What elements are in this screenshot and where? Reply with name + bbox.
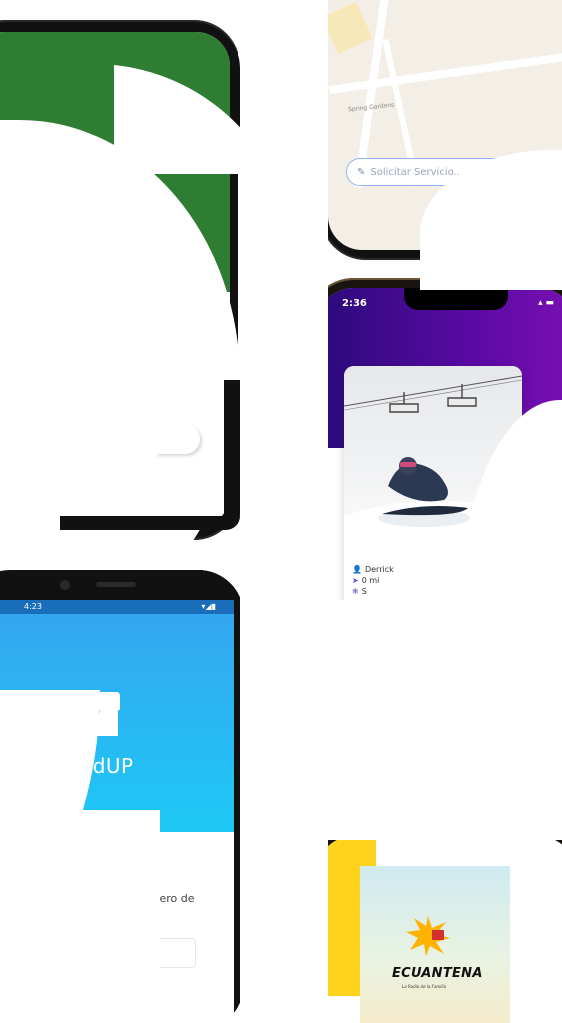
status-icons: ▾◢▮ xyxy=(201,602,216,611)
location-arrow-icon: ➤ xyxy=(352,576,359,585)
phone-frame-edge xyxy=(60,516,240,530)
status-bar: 4:23 ▾◢▮ xyxy=(0,600,234,614)
collage-stage: ▾◢▮ Spring Gardens ✎ Solicitar Servicio.… xyxy=(0,0,562,1023)
status-time: 2:36 xyxy=(342,298,367,309)
phone-radio-app: ECUANTENA La Radio de la Familia xyxy=(306,826,562,1023)
cutout-mask xyxy=(306,600,562,840)
meta-extra-row: ❄ S xyxy=(352,586,394,597)
phone-frame-edge xyxy=(224,380,240,530)
snowflake-icon: ❄ xyxy=(352,587,359,596)
radio-burst-logo-icon xyxy=(406,916,450,956)
meta-distance: 0 mi xyxy=(361,576,380,585)
radio-screen: ECUANTENA La Radio de la Familia xyxy=(316,836,562,1023)
earpiece-speaker xyxy=(96,582,136,587)
meta-distance-row: ➤ 0 mi xyxy=(352,575,394,586)
cutout-mask xyxy=(0,810,160,1023)
meta-extra: S xyxy=(361,587,367,596)
meta-name: Derrick xyxy=(364,565,394,574)
status-icons: ▴ ▬ xyxy=(538,298,554,308)
front-camera xyxy=(60,580,70,590)
phone-jandup-visible: 4:23 ▾◢▮ JandUP tu numero de xyxy=(0,570,240,1023)
status-time: 4:23 xyxy=(24,602,42,611)
edit-icon: ✎ xyxy=(357,166,366,178)
radio-station-name: ECUANTENA xyxy=(392,966,483,981)
profile-meta: 👤 Derrick ➤ 0 mi ❄ S xyxy=(352,564,394,597)
phone-green-visible-slice xyxy=(114,24,240,174)
phone-green-bottom-slice xyxy=(60,380,240,530)
cutout-mask xyxy=(238,0,328,1023)
map-road xyxy=(328,49,562,95)
device-notch xyxy=(404,288,508,310)
primary-button[interactable] xyxy=(156,424,200,454)
meta-name-row: 👤 Derrick xyxy=(352,564,394,575)
request-service-placeholder: Solicitar Servicio... xyxy=(370,166,464,178)
radio-tagline: La Radio de la Familia xyxy=(402,984,447,989)
user-icon: 👤 xyxy=(352,565,362,574)
map-park xyxy=(328,1,373,55)
